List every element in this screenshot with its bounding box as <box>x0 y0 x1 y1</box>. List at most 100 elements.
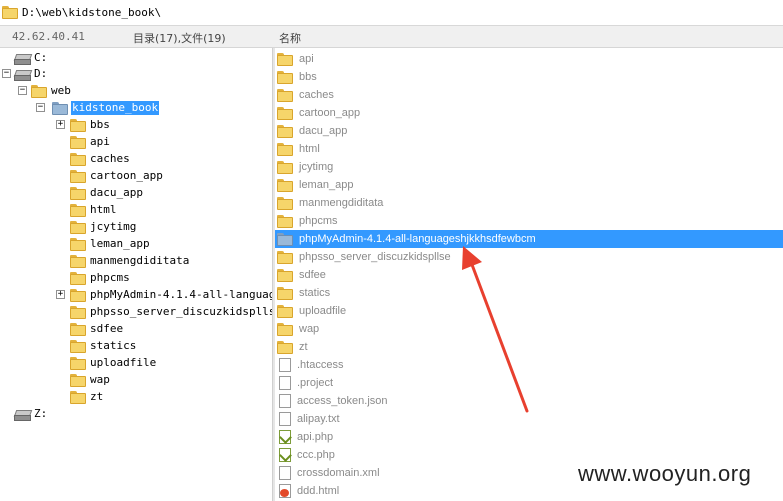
file-row[interactable]: bbs <box>275 68 783 86</box>
file-row[interactable]: leman_app <box>275 176 783 194</box>
folder-icon <box>70 135 86 149</box>
tree-node-label: html <box>90 203 117 216</box>
tree-node[interactable]: − D: <box>2 66 48 82</box>
folder-icon <box>277 88 293 102</box>
file-row[interactable]: access_token.json <box>275 392 783 410</box>
tree-node[interactable]: wap <box>70 372 111 388</box>
folder-icon <box>70 356 86 370</box>
tree-node[interactable]: caches <box>70 151 131 167</box>
tree-node[interactable]: phpcms <box>70 270 131 286</box>
file-row[interactable]: phpMyAdmin-4.1.4-all-languageshjkkhsdfew… <box>275 230 783 248</box>
drive-icon <box>13 69 33 81</box>
directory-tree[interactable]: C: − D: − web − kidstone_book + bbs api caches cart… <box>0 48 272 501</box>
tree-node-label: bbs <box>90 118 110 131</box>
tree-node[interactable]: sdfee <box>70 321 124 337</box>
file-row[interactable]: .project <box>275 374 783 392</box>
file-name: ccc.php <box>297 449 335 461</box>
drive-icon <box>13 409 33 421</box>
tree-node[interactable]: C: <box>13 50 48 66</box>
tree-node[interactable]: dacu_app <box>70 185 144 201</box>
tree-node-label: cartoon_app <box>90 169 163 182</box>
file-name: alipay.txt <box>297 413 340 425</box>
file-name: statics <box>299 287 331 299</box>
tree-node[interactable]: − kidstone_book <box>36 100 160 116</box>
file-name: leman_app <box>299 179 354 191</box>
tree-node[interactable]: Z: <box>13 406 48 422</box>
folder-icon <box>70 254 86 268</box>
file-list[interactable]: api bbs caches cartoon_app dacu_app html jcyti… <box>275 48 783 501</box>
folder-icon <box>277 286 293 300</box>
folder-icon <box>277 160 293 174</box>
tree-node[interactable]: + phpMyAdmin-4.1.4-all-languages <box>56 287 272 303</box>
tree-node-label: phpsso_server_discuzkidspllse <box>90 305 272 318</box>
tree-node[interactable]: leman_app <box>70 236 151 252</box>
php-file-icon <box>279 448 292 462</box>
folder-icon <box>277 214 293 228</box>
file-row[interactable]: html <box>275 140 783 158</box>
expand-icon[interactable]: + <box>56 290 65 299</box>
tree-node[interactable]: phpsso_server_discuzkidspllse <box>70 304 272 320</box>
folder-icon <box>70 390 86 404</box>
collapse-icon[interactable]: − <box>2 69 11 78</box>
file-row[interactable]: jcytimg <box>275 158 783 176</box>
tree-node[interactable]: − web <box>18 83 72 99</box>
file-row[interactable]: wap <box>275 320 783 338</box>
folder-icon <box>70 322 86 336</box>
tree-node[interactable]: manmengdiditata <box>70 253 190 269</box>
file-name: .project <box>297 377 334 389</box>
tree-node-label: kidstone_book <box>71 101 160 115</box>
folder-icon <box>277 232 293 246</box>
tree-node[interactable]: html <box>70 202 118 218</box>
name-column-header[interactable]: 名称 <box>279 30 301 46</box>
file-name: access_token.json <box>297 395 388 407</box>
folder-icon <box>2 6 18 19</box>
folder-icon <box>277 106 293 120</box>
file-row[interactable]: manmengdiditata <box>275 194 783 212</box>
file-row[interactable]: alipay.txt <box>275 410 783 428</box>
html-file-icon <box>279 484 291 498</box>
file-row[interactable]: api <box>275 50 783 68</box>
file-icon <box>279 412 291 426</box>
file-row[interactable]: statics <box>275 284 783 302</box>
file-row[interactable]: api.php <box>275 428 783 446</box>
file-row[interactable]: uploadfile <box>275 302 783 320</box>
tree-node-label: Z: <box>34 407 48 420</box>
tree-node[interactable]: + bbs <box>56 117 111 133</box>
file-icon <box>279 466 291 480</box>
tree-node-label: uploadfile <box>90 356 157 369</box>
file-icon <box>279 394 291 408</box>
file-row[interactable]: zt <box>275 338 783 356</box>
folder-icon <box>277 322 293 336</box>
tree-node-label: sdfee <box>90 322 124 335</box>
file-name: phpcms <box>299 215 338 227</box>
tree-node-label: caches <box>90 152 130 165</box>
file-name: phpMyAdmin-4.1.4-all-languageshjkkhsdfew… <box>299 233 536 245</box>
file-name: manmengdiditata <box>299 197 384 209</box>
collapse-icon[interactable]: − <box>36 103 45 112</box>
php-file-icon <box>279 430 292 444</box>
tree-node-label: dacu_app <box>90 186 143 199</box>
file-name: ddd.html <box>297 485 340 497</box>
tree-node[interactable]: cartoon_app <box>70 168 164 184</box>
file-row[interactable]: .htaccess <box>275 356 783 374</box>
tree-node[interactable]: api <box>70 134 111 150</box>
file-row[interactable]: cartoon_app <box>275 104 783 122</box>
expand-icon[interactable]: + <box>56 120 65 129</box>
tree-node[interactable]: statics <box>70 338 137 354</box>
tree-node-label: phpMyAdmin-4.1.4-all-languages <box>90 288 272 301</box>
folder-icon <box>277 142 293 156</box>
file-row[interactable]: dacu_app <box>275 122 783 140</box>
file-row[interactable]: phpsso_server_discuzkidspllse <box>275 248 783 266</box>
tree-node[interactable]: zt <box>70 389 104 405</box>
file-icon <box>279 376 291 390</box>
tree-node[interactable]: uploadfile <box>70 355 157 371</box>
folder-icon <box>70 203 86 217</box>
tree-node[interactable]: jcytimg <box>70 219 137 235</box>
file-row[interactable]: phpcms <box>275 212 783 230</box>
file-name: wap <box>299 323 320 335</box>
file-name: .htaccess <box>297 359 344 371</box>
file-row[interactable]: sdfee <box>275 266 783 284</box>
file-row[interactable]: caches <box>275 86 783 104</box>
collapse-icon[interactable]: − <box>18 86 27 95</box>
path-bar[interactable]: D:\web\kidstone_book\ <box>0 0 783 26</box>
